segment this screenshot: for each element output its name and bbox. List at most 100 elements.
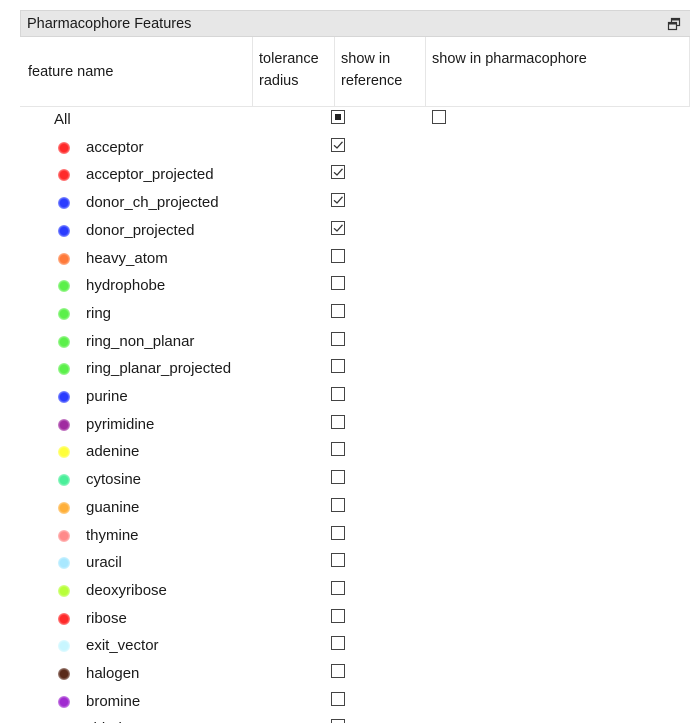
feature-name-label: halogen: [86, 665, 140, 682]
table-row[interactable]: thymine: [20, 522, 690, 549]
feature-color-icon: [58, 612, 70, 625]
feature-name-label: ring_non_planar: [86, 332, 195, 350]
feature-name-label: donor_ch_projected: [86, 194, 219, 212]
feature-color-icon: [58, 363, 70, 376]
feature-name-label: adenine: [86, 443, 140, 461]
show-in-reference-checkbox[interactable]: [331, 580, 345, 595]
table-row-all[interactable]: All: [20, 106, 690, 133]
table-row[interactable]: ring_non_planar: [20, 328, 690, 355]
checkmark-icon: [333, 141, 343, 149]
checkmark-icon: [333, 168, 343, 177]
feature-color-icon: [58, 529, 70, 542]
show-in-reference-checkbox[interactable]: [331, 387, 345, 401]
show-in-reference-checkbox[interactable]: [331, 414, 345, 429]
show-in-reference-checkbox[interactable]: [331, 165, 345, 180]
feature-name-label: bromine: [86, 692, 141, 710]
feature-color-icon: [58, 668, 70, 680]
feature-name-label: guanine: [86, 498, 140, 516]
column-header-tolerance-radius[interactable]: tolerance radius: [253, 37, 335, 106]
all-show-in-pharmacophore-checkbox[interactable]: [432, 110, 446, 124]
feature-name-label: acceptor: [86, 138, 144, 156]
feature-color-icon: [58, 695, 70, 708]
table-row[interactable]: ring_planar_projected: [20, 355, 690, 382]
show-in-reference-checkbox[interactable]: [331, 525, 345, 540]
column-header-label: show in pharmacophore: [432, 51, 587, 67]
feature-color-icon: [58, 557, 70, 570]
table-row[interactable]: heavy_atom: [20, 245, 690, 272]
feature-color-icon: [58, 391, 70, 403]
table-row[interactable]: pyrimidine: [20, 411, 690, 438]
float-window-icon[interactable]: [667, 17, 681, 31]
feature-color-icon: [58, 335, 70, 348]
panel-titlebar[interactable]: Pharmacophore Features: [20, 10, 690, 37]
table-row[interactable]: exit_vector: [20, 632, 690, 659]
feature-name-label: cytosine: [86, 471, 142, 489]
feature-color-icon: [58, 197, 70, 210]
feature-name-label: acceptor_projected: [86, 166, 214, 184]
show-in-reference-checkbox[interactable]: [331, 442, 345, 457]
show-in-reference-checkbox[interactable]: [331, 636, 345, 651]
show-in-reference-checkbox[interactable]: [331, 608, 345, 623]
table-row[interactable]: purine: [20, 383, 690, 410]
table-row[interactable]: halogen: [20, 660, 690, 687]
checkmark-icon: [333, 196, 343, 205]
show-in-reference-checkbox[interactable]: [331, 276, 345, 291]
table-row[interactable]: chlorine: [20, 715, 690, 723]
table-row[interactable]: donor_ch_projected: [20, 189, 690, 216]
show-in-reference-checkbox[interactable]: [331, 664, 345, 678]
column-header-show-in-pharmacophore[interactable]: show in pharmacophore: [426, 37, 690, 106]
column-header-label: tolerance radius: [259, 51, 319, 89]
table-row[interactable]: ribose: [20, 605, 690, 632]
show-in-reference-checkbox[interactable]: [331, 497, 345, 512]
table-row[interactable]: cytosine: [20, 466, 690, 493]
feature-color-icon: [58, 169, 70, 182]
show-in-reference-checkbox[interactable]: [331, 303, 345, 318]
feature-color-icon: [58, 224, 70, 237]
table-row[interactable]: uracil: [20, 549, 690, 576]
table-row[interactable]: acceptor_projected: [20, 161, 690, 188]
feature-color-icon: [58, 474, 70, 487]
show-in-reference-checkbox[interactable]: [331, 137, 345, 152]
feature-color-icon: [58, 584, 70, 597]
feature-name-label: donor_projected: [86, 221, 195, 239]
table-row[interactable]: ring: [20, 300, 690, 327]
column-header-feature-name[interactable]: feature name: [20, 37, 253, 106]
table-row[interactable]: donor_projected: [20, 217, 690, 244]
column-header-show-in-reference[interactable]: show in reference: [335, 37, 426, 106]
feature-color-icon: [58, 501, 70, 514]
show-in-reference-checkbox[interactable]: [331, 220, 345, 235]
checkmark-icon: [333, 224, 343, 232]
show-in-reference-checkbox[interactable]: [331, 719, 345, 723]
feature-name-label: ring: [86, 304, 112, 322]
column-header-label: show in reference: [341, 51, 403, 89]
feature-name-label: ring_planar_projected: [86, 360, 232, 378]
table-row[interactable]: guanine: [20, 494, 690, 521]
show-in-reference-checkbox[interactable]: [331, 248, 345, 263]
feature-color-icon: [58, 640, 70, 653]
show-in-reference-checkbox[interactable]: [331, 691, 345, 706]
feature-color-icon: [58, 307, 70, 320]
panel-title: Pharmacophore Features: [27, 16, 192, 32]
feature-name-label: deoxyribose: [86, 581, 167, 599]
show-in-reference-checkbox[interactable]: [331, 193, 345, 208]
show-in-reference-checkbox[interactable]: [331, 331, 345, 346]
feature-name-label: exit_vector: [86, 637, 159, 655]
table-row[interactable]: acceptor: [20, 134, 690, 161]
feature-name-label: heavy_atom: [86, 249, 168, 267]
show-in-reference-checkbox[interactable]: [331, 553, 345, 568]
feature-color-icon: [58, 252, 70, 265]
column-header-label: feature name: [28, 64, 114, 80]
feature-color-icon: [58, 141, 70, 154]
feature-name-label: pyrimidine: [86, 415, 155, 433]
table-row[interactable]: adenine: [20, 438, 690, 465]
table-header: feature name tolerance radius show in re…: [20, 37, 690, 107]
table-row[interactable]: bromine: [20, 688, 690, 715]
all-show-in-reference-checkbox[interactable]: [331, 110, 345, 124]
show-in-reference-checkbox[interactable]: [331, 359, 345, 374]
table-row[interactable]: hydrophobe: [20, 272, 690, 299]
show-in-reference-checkbox[interactable]: [331, 470, 345, 485]
feature-color-icon: [58, 418, 70, 431]
table-row[interactable]: deoxyribose: [20, 577, 690, 604]
all-label: All: [54, 111, 71, 128]
feature-name-label: uracil: [86, 554, 122, 572]
